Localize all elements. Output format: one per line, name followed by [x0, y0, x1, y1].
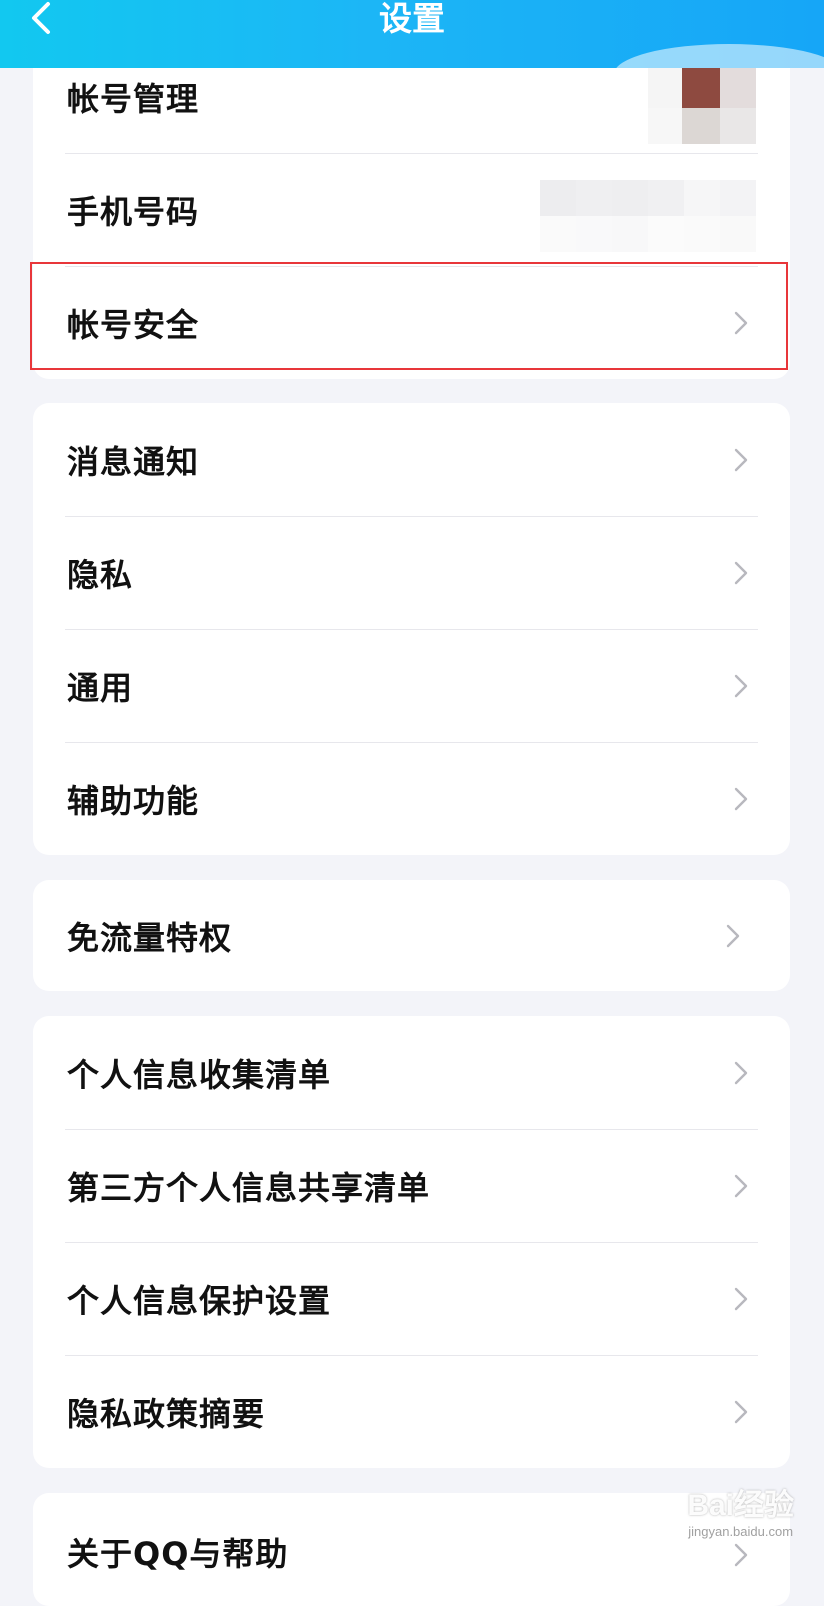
page-title: 设置: [379, 0, 445, 38]
chevron-right-icon: [734, 1061, 748, 1084]
row-label: 通用: [67, 668, 134, 707]
chevron-right-icon: [734, 674, 748, 697]
row-general[interactable]: 通用: [33, 629, 790, 742]
row-label: 个人信息保护设置: [67, 1281, 332, 1320]
data-privilege-group: 免流量特权: [33, 880, 790, 991]
row-account-security[interactable]: 帐号安全: [33, 266, 790, 379]
row-notifications[interactable]: 消息通知: [33, 403, 790, 516]
row-label: 消息通知: [67, 442, 200, 481]
chevron-right-icon: [734, 1287, 748, 1310]
chevron-right-icon: [734, 561, 748, 584]
row-label: 隐私: [67, 555, 134, 594]
row-label: 关于QQ与帮助: [67, 1535, 289, 1573]
row-label: 第三方个人信息共享清单: [67, 1168, 431, 1207]
row-label: 免流量特权: [67, 918, 233, 957]
watermark-url: jingyan.baidu.com: [688, 1524, 794, 1539]
row-label: 帐号安全: [67, 305, 200, 344]
row-third-party-sharing-list[interactable]: 第三方个人信息共享清单: [33, 1129, 790, 1242]
row-free-data[interactable]: 免流量特权: [33, 880, 790, 991]
general-settings-group: 消息通知 隐私 通用 辅助功能: [33, 403, 790, 855]
chevron-right-icon: [734, 1174, 748, 1197]
row-accessibility[interactable]: 辅助功能: [33, 742, 790, 855]
row-privacy-policy-summary[interactable]: 隐私政策摘要: [33, 1355, 790, 1468]
blurred-phone-number: [540, 180, 756, 252]
chevron-right-icon: [734, 1543, 748, 1567]
row-label: 个人信息收集清单: [67, 1055, 332, 1094]
about-group: 关于QQ与帮助: [33, 1493, 790, 1606]
chevron-right-icon: [734, 787, 748, 810]
row-label: 辅助功能: [67, 781, 200, 820]
chevron-right-icon: [726, 924, 740, 947]
decorative-cloud: [614, 44, 824, 68]
row-privacy[interactable]: 隐私: [33, 516, 790, 629]
row-label: 手机号码: [67, 192, 200, 231]
row-info-protection-settings[interactable]: 个人信息保护设置: [33, 1242, 790, 1355]
blurred-avatar: [576, 68, 756, 148]
chevron-right-icon: [734, 311, 748, 334]
row-about-help[interactable]: 关于QQ与帮助: [33, 1493, 790, 1606]
nav-bar: 设置: [0, 0, 824, 68]
row-label: 隐私政策摘要: [67, 1394, 266, 1433]
watermark-logo-text: Bai经验: [687, 1489, 794, 1522]
chevron-right-icon: [734, 1400, 748, 1423]
row-info-collection-list[interactable]: 个人信息收集清单: [33, 1016, 790, 1129]
row-label: 帐号管理: [67, 79, 200, 118]
personal-info-group: 个人信息收集清单 第三方个人信息共享清单 个人信息保护设置 隐私政策摘要: [33, 1016, 790, 1468]
baidu-jingyan-watermark: Bai经验 jingyan.baidu.com: [687, 1480, 794, 1539]
chevron-right-icon: [734, 448, 748, 471]
